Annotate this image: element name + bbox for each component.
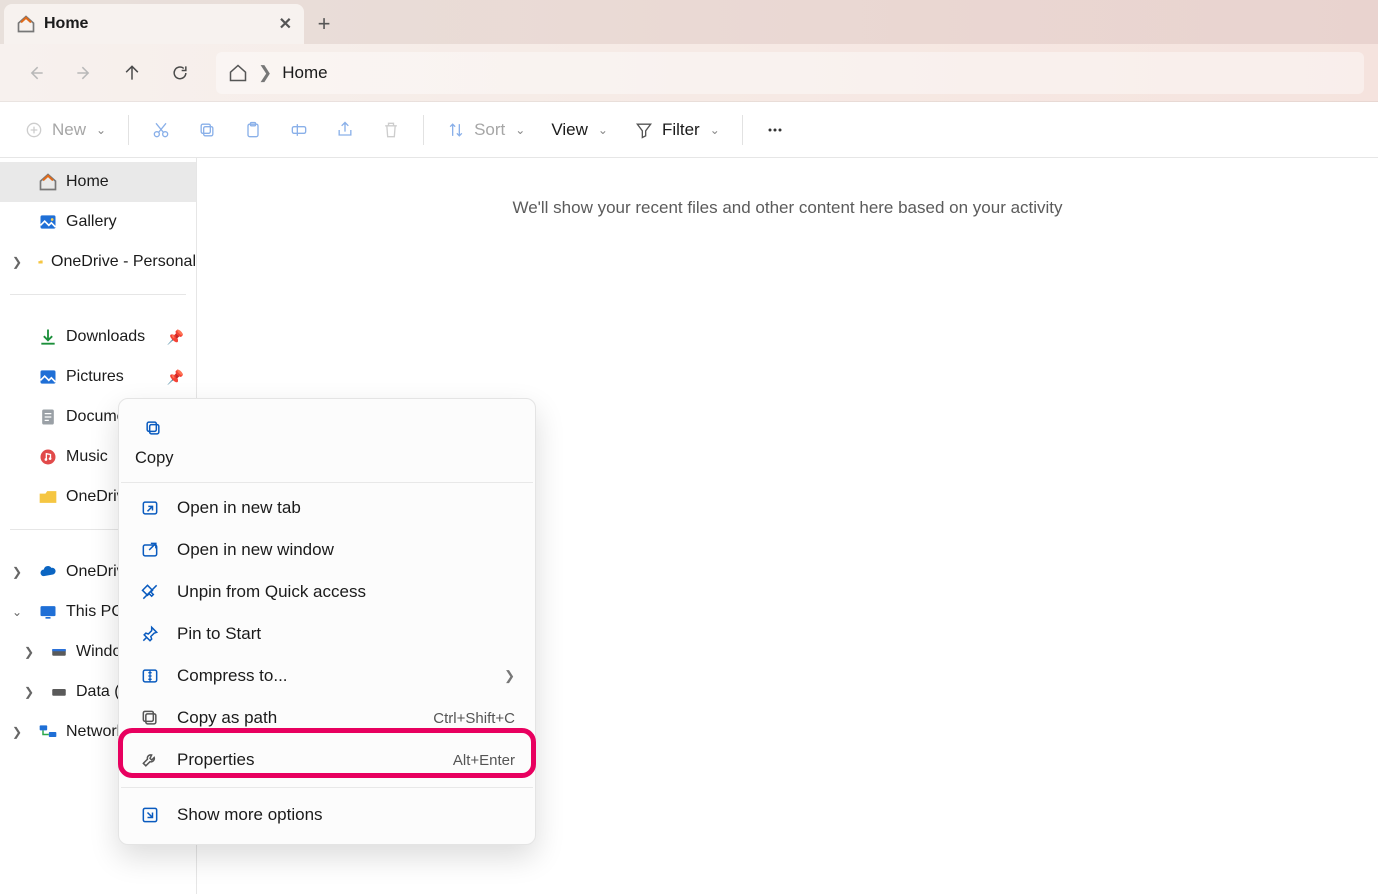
open-tab-icon [139,498,161,518]
sidebar-label: OneDrive - Personal [51,253,196,271]
chevron-down-icon: ⌄ [710,123,720,137]
expand-icon [139,805,161,825]
divider [423,115,424,145]
chevron-down-icon: ⌄ [515,123,525,137]
ctx-compress-to[interactable]: Compress to... ❯ [123,655,531,697]
divider [742,115,743,145]
home-icon [228,63,248,83]
copy-button[interactable] [187,110,227,150]
sidebar-label: Network [66,723,125,741]
ctx-label: Open in new tab [177,498,301,518]
sidebar-label: Home [66,173,109,191]
ctx-open-new-tab[interactable]: Open in new tab [123,487,531,529]
sidebar-label: This PC [66,603,123,621]
sidebar-label: Music [66,448,108,466]
ctx-unpin-quick-access[interactable]: Unpin from Quick access [123,571,531,613]
open-window-icon [139,540,161,560]
ctx-copy-as-path[interactable]: Copy as path Ctrl+Shift+C [123,697,531,739]
sidebar-label: Pictures [66,368,124,386]
sidebar-item-pictures[interactable]: Pictures 📌 [0,357,196,397]
divider [121,787,533,788]
chevron-right-icon: ❯ [258,63,272,83]
unpin-icon [139,582,161,602]
new-tab-button[interactable]: + [304,4,344,44]
tab-bar: Home ✕ + [0,0,1378,44]
ctx-open-new-window[interactable]: Open in new window [123,529,531,571]
ctx-show-more-options[interactable]: Show more options [123,794,531,836]
toolbar: New ⌄ Sort ⌄ View ⌄ Filter ⌄ [0,102,1378,158]
chevron-right-icon[interactable]: ❯ [12,255,22,269]
chevron-right-icon[interactable]: ❯ [12,565,22,579]
chevron-right-icon: ❯ [504,668,515,684]
delete-button[interactable] [371,110,411,150]
pin-icon: 📌 [167,329,184,346]
filter-label: Filter [662,120,700,140]
forward-button[interactable] [62,53,106,93]
chevron-down-icon[interactable]: ⌄ [12,605,22,619]
tab-close-button[interactable]: ✕ [279,14,292,34]
breadcrumb-location: Home [282,63,327,83]
ctx-pin-to-start[interactable]: Pin to Start [123,613,531,655]
refresh-button[interactable] [158,53,202,93]
archive-icon [139,666,161,686]
up-button[interactable] [110,53,154,93]
share-button[interactable] [325,110,365,150]
ctx-label: Compress to... [177,666,288,686]
sort-button[interactable]: Sort ⌄ [436,110,535,150]
sidebar-item-downloads[interactable]: Downloads 📌 [0,317,196,357]
view-button[interactable]: View ⌄ [541,110,618,150]
sidebar-label: Gallery [66,213,117,231]
rename-button[interactable] [279,110,319,150]
ctx-label: Show more options [177,805,323,825]
home-icon [16,14,36,34]
view-label: View [551,120,588,140]
ctx-properties[interactable]: Properties Alt+Enter [123,739,531,781]
chevron-right-icon[interactable]: ❯ [24,645,34,659]
sidebar-item-gallery[interactable]: Gallery [0,202,196,242]
chevron-right-icon[interactable]: ❯ [12,725,22,739]
ctx-label: Unpin from Quick access [177,582,366,602]
ctx-shortcut: Alt+Enter [453,752,515,769]
copy-label: Copy [119,443,535,478]
sidebar-item-home[interactable]: Home [0,162,196,202]
ctx-label: Copy as path [177,708,277,728]
context-menu: Copy Open in new tab Open in new window … [118,398,536,845]
copy-icon-button[interactable] [135,413,171,443]
pin-icon: 📌 [167,369,184,386]
pin-icon [139,624,161,644]
tab-title: Home [44,15,88,33]
chevron-down-icon: ⌄ [96,123,106,137]
back-button[interactable] [14,53,58,93]
cut-button[interactable] [141,110,181,150]
nav-bar: ❯ Home [0,44,1378,102]
wrench-icon [139,750,161,770]
sort-label: Sort [474,120,505,140]
tab-home[interactable]: Home ✕ [4,4,304,44]
new-button[interactable]: New ⌄ [14,110,116,150]
ctx-label: Properties [177,750,254,770]
copy-path-icon [139,708,161,728]
context-menu-icon-row [119,405,535,443]
empty-state-message: We'll show your recent files and other c… [217,198,1358,218]
new-label: New [52,120,86,140]
filter-button[interactable]: Filter ⌄ [624,110,730,150]
divider [10,294,186,295]
chevron-down-icon: ⌄ [598,123,608,137]
divider [121,482,533,483]
ctx-shortcut: Ctrl+Shift+C [433,710,515,727]
sidebar-item-onedrive-personal[interactable]: ❯ OneDrive - Personal [0,242,196,282]
more-button[interactable] [755,110,795,150]
ctx-label: Open in new window [177,540,334,560]
chevron-right-icon[interactable]: ❯ [24,685,34,699]
sidebar-label: Downloads [66,328,145,346]
address-bar[interactable]: ❯ Home [216,52,1364,94]
divider [128,115,129,145]
paste-button[interactable] [233,110,273,150]
ctx-label: Pin to Start [177,624,261,644]
